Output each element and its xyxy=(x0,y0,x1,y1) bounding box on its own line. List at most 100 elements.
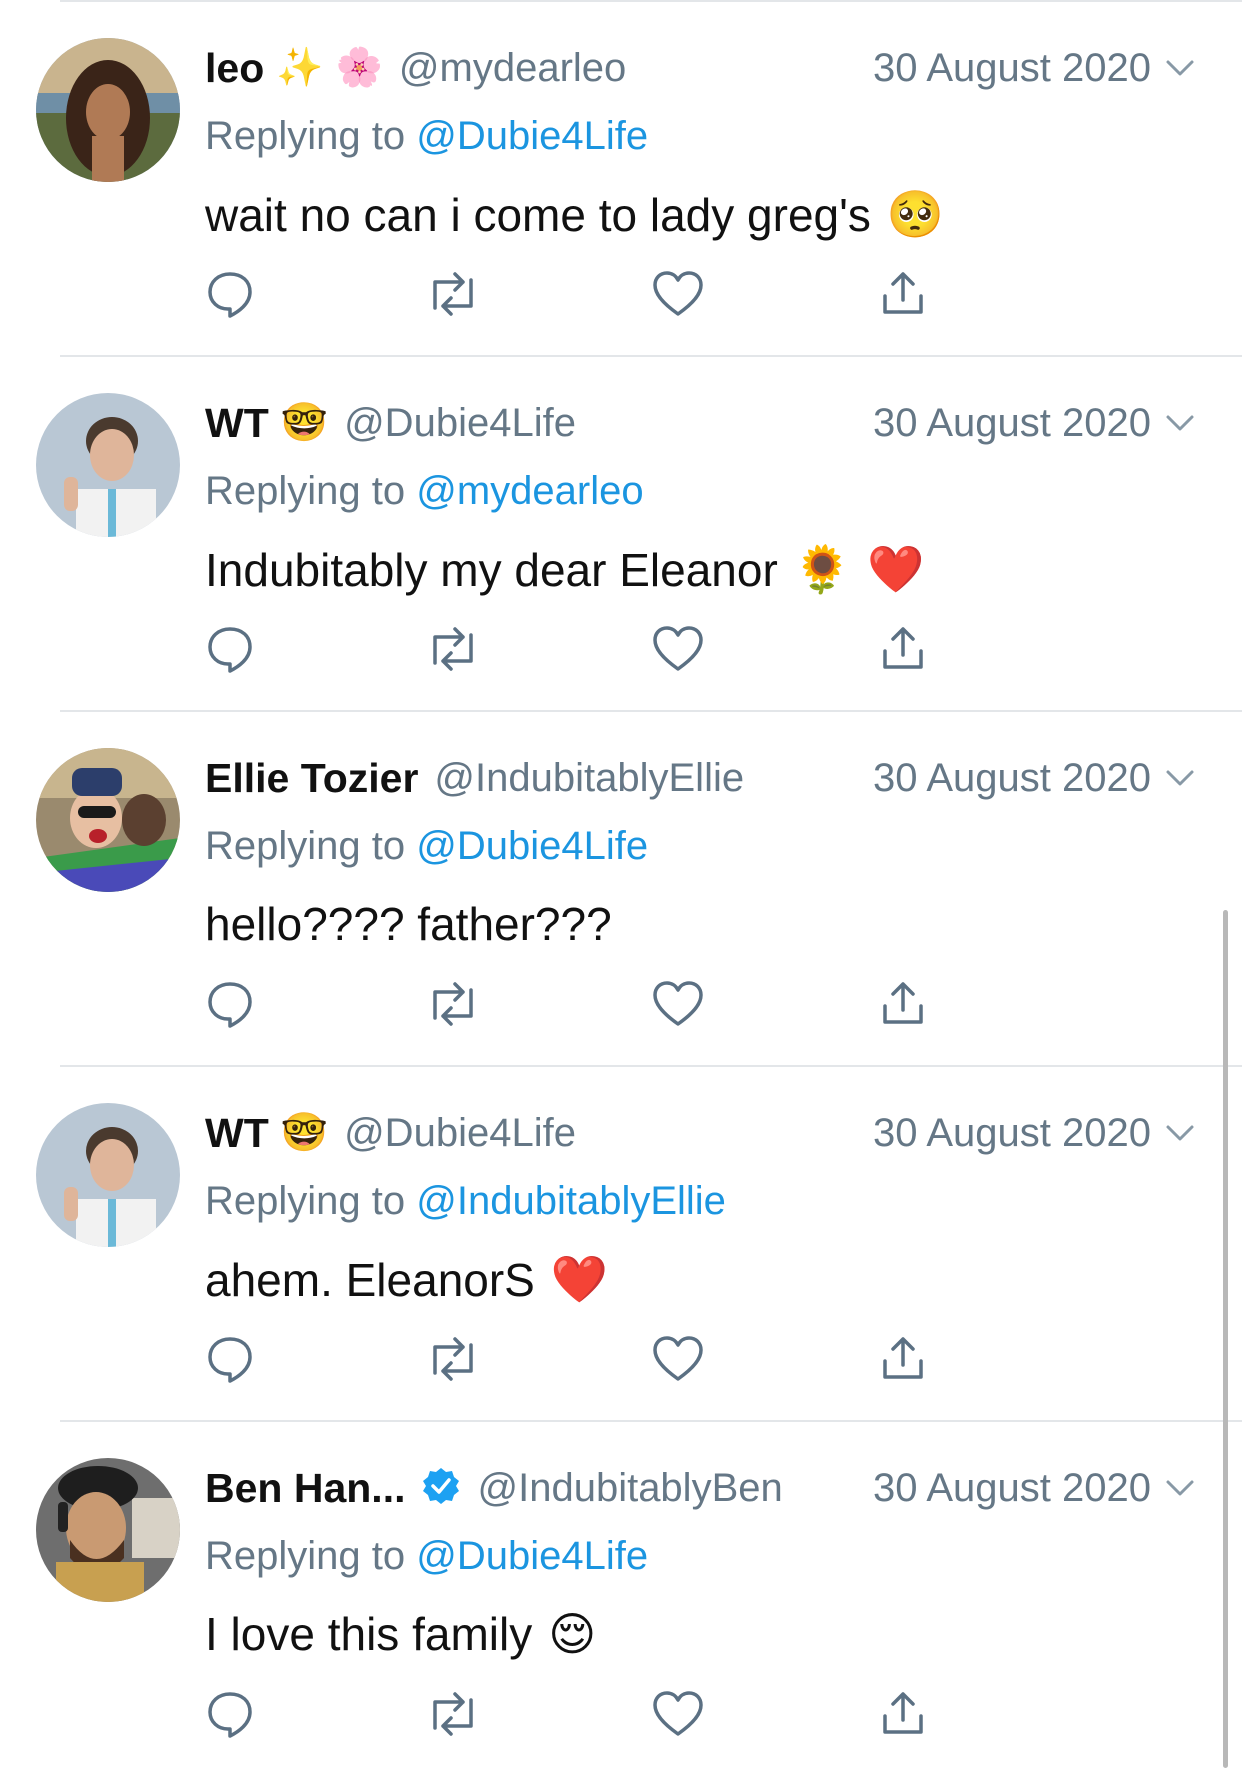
heart-icon xyxy=(653,1691,703,1736)
display-name[interactable]: WT xyxy=(205,400,269,447)
tweet-actions xyxy=(205,974,1025,1034)
reply-button[interactable] xyxy=(200,1684,260,1744)
chevron-down-icon[interactable] xyxy=(1165,1123,1195,1143)
share-icon xyxy=(883,272,923,314)
heart-icon xyxy=(653,981,703,1026)
tweet-item[interactable]: Ben Han... @IndubitablyBen 30 August 202… xyxy=(0,1422,1242,1776)
avatar[interactable] xyxy=(36,393,180,537)
relieved-face-emoji: 😌 xyxy=(548,1608,597,1660)
replying-prefix: Replying to xyxy=(205,1534,406,1578)
retweet-button[interactable] xyxy=(423,974,483,1034)
share-button[interactable] xyxy=(873,619,933,679)
share-button[interactable] xyxy=(873,1329,933,1389)
retweet-icon xyxy=(433,627,473,671)
share-button[interactable] xyxy=(873,1684,933,1744)
tweet-item[interactable]: WT 🤓 @Dubie4Life 30 August 2020 Replying… xyxy=(0,1067,1242,1421)
tweet-date: 30 August 2020 xyxy=(873,1105,1195,1161)
tweet-date: 30 August 2020 xyxy=(873,1460,1195,1516)
share-icon xyxy=(883,1337,923,1379)
retweet-button[interactable] xyxy=(423,619,483,679)
like-button[interactable] xyxy=(648,619,708,679)
nerd-face-emoji: 🤓 xyxy=(280,1112,329,1154)
reply-button[interactable] xyxy=(200,619,260,679)
replying-prefix: Replying to xyxy=(205,824,406,868)
replying-to-link[interactable]: @IndubitablyEllie xyxy=(416,1179,726,1223)
tweet-body: wait no can i come to lady greg's xyxy=(205,188,871,241)
user-handle[interactable]: @mydearleo xyxy=(399,46,626,91)
replying-to-link[interactable]: @mydearleo xyxy=(416,469,643,513)
tweet-date: 30 August 2020 xyxy=(873,750,1195,806)
share-icon xyxy=(883,982,923,1024)
tweet-item[interactable]: Ellie Tozier @IndubitablyEllie 30 August… xyxy=(0,712,1242,1066)
replying-to-link[interactable]: @Dubie4Life xyxy=(416,114,648,158)
chevron-down-icon[interactable] xyxy=(1165,1478,1195,1498)
tweet-date: 30 August 2020 xyxy=(873,395,1195,451)
tweet-header: Ellie Tozier @IndubitablyEllie 30 August… xyxy=(205,750,1195,806)
avatar[interactable] xyxy=(36,748,180,892)
sparkles-emoji: ✨ xyxy=(276,47,324,89)
user-handle[interactable]: @Dubie4Life xyxy=(344,401,576,446)
chevron-down-icon[interactable] xyxy=(1165,413,1195,433)
replying-to-link[interactable]: @Dubie4Life xyxy=(416,824,648,868)
date-label: 30 August 2020 xyxy=(872,400,1151,445)
replying-to: Replying to @Dubie4Life xyxy=(205,1534,648,1579)
heart-icon xyxy=(653,1336,703,1381)
reply-icon xyxy=(208,982,252,1028)
tweet-body: hello???? father??? xyxy=(205,898,612,950)
chevron-down-icon[interactable] xyxy=(1165,58,1195,78)
like-button[interactable] xyxy=(648,1684,708,1744)
heart-icon xyxy=(653,271,703,316)
retweet-button[interactable] xyxy=(423,1329,483,1389)
scrollbar[interactable] xyxy=(1223,910,1228,1768)
like-button[interactable] xyxy=(648,264,708,324)
like-button[interactable] xyxy=(648,974,708,1034)
avatar[interactable] xyxy=(36,1103,180,1247)
reply-button[interactable] xyxy=(200,974,260,1034)
chevron-down-icon[interactable] xyxy=(1165,768,1195,788)
replying-to: Replying to @Dubie4Life xyxy=(205,824,648,869)
reply-icon xyxy=(208,1337,252,1383)
share-button[interactable] xyxy=(873,974,933,1034)
nerd-face-emoji: 🤓 xyxy=(280,402,329,444)
tweet-item[interactable]: WT 🤓 @Dubie4Life 30 August 2020 Replying… xyxy=(0,357,1242,711)
share-button[interactable] xyxy=(873,264,933,324)
retweet-icon xyxy=(433,1692,473,1736)
tweet-body: ahem. EleanorS xyxy=(205,1253,535,1306)
sunflower-emoji: 🌻 xyxy=(793,543,852,595)
tweet-actions xyxy=(205,619,1025,679)
replying-to: Replying to @IndubitablyEllie xyxy=(205,1179,726,1224)
replying-to: Replying to @mydearleo xyxy=(205,469,644,514)
display-name[interactable]: leo xyxy=(205,45,264,92)
red-heart-emoji: ❤️ xyxy=(550,1253,609,1305)
reply-icon xyxy=(208,272,252,318)
replying-prefix: Replying to xyxy=(205,1179,406,1223)
display-name[interactable]: Ellie Tozier xyxy=(205,755,418,802)
heart-icon xyxy=(653,626,703,671)
tweet-actions xyxy=(205,1684,1025,1744)
tweet-actions xyxy=(205,1329,1025,1389)
replying-to-link[interactable]: @Dubie4Life xyxy=(416,1534,648,1578)
tweet-text: wait no can i come to lady greg's 🥺 xyxy=(205,187,944,242)
reply-button[interactable] xyxy=(200,264,260,324)
tweet-body: Indubitably my dear Eleanor xyxy=(205,543,778,596)
replying-to: Replying to @Dubie4Life xyxy=(205,114,648,159)
tweet-header: WT 🤓 @Dubie4Life 30 August 2020 xyxy=(205,395,1195,451)
avatar[interactable] xyxy=(36,1458,180,1602)
retweet-button[interactable] xyxy=(423,264,483,324)
date-label: 30 August 2020 xyxy=(872,1110,1151,1155)
like-button[interactable] xyxy=(648,1329,708,1389)
tweet-date: 30 August 2020 xyxy=(873,40,1195,96)
display-name[interactable]: Ben Han... xyxy=(205,1465,405,1512)
display-name[interactable]: WT xyxy=(205,1110,269,1157)
tweet-item[interactable]: leo ✨ 🌸 @mydearleo 30 August 2020 Replyi… xyxy=(0,2,1242,356)
retweet-icon xyxy=(433,272,473,316)
user-handle[interactable]: @Dubie4Life xyxy=(344,1111,576,1156)
user-handle[interactable]: @IndubitablyEllie xyxy=(434,756,744,801)
share-icon xyxy=(883,1692,923,1734)
retweet-button[interactable] xyxy=(423,1684,483,1744)
tweet-header: Ben Han... @IndubitablyBen 30 August 202… xyxy=(205,1460,1195,1516)
date-label: 30 August 2020 xyxy=(872,45,1151,90)
reply-button[interactable] xyxy=(200,1329,260,1389)
user-handle[interactable]: @IndubitablyBen xyxy=(477,1466,782,1511)
avatar[interactable] xyxy=(36,38,180,182)
